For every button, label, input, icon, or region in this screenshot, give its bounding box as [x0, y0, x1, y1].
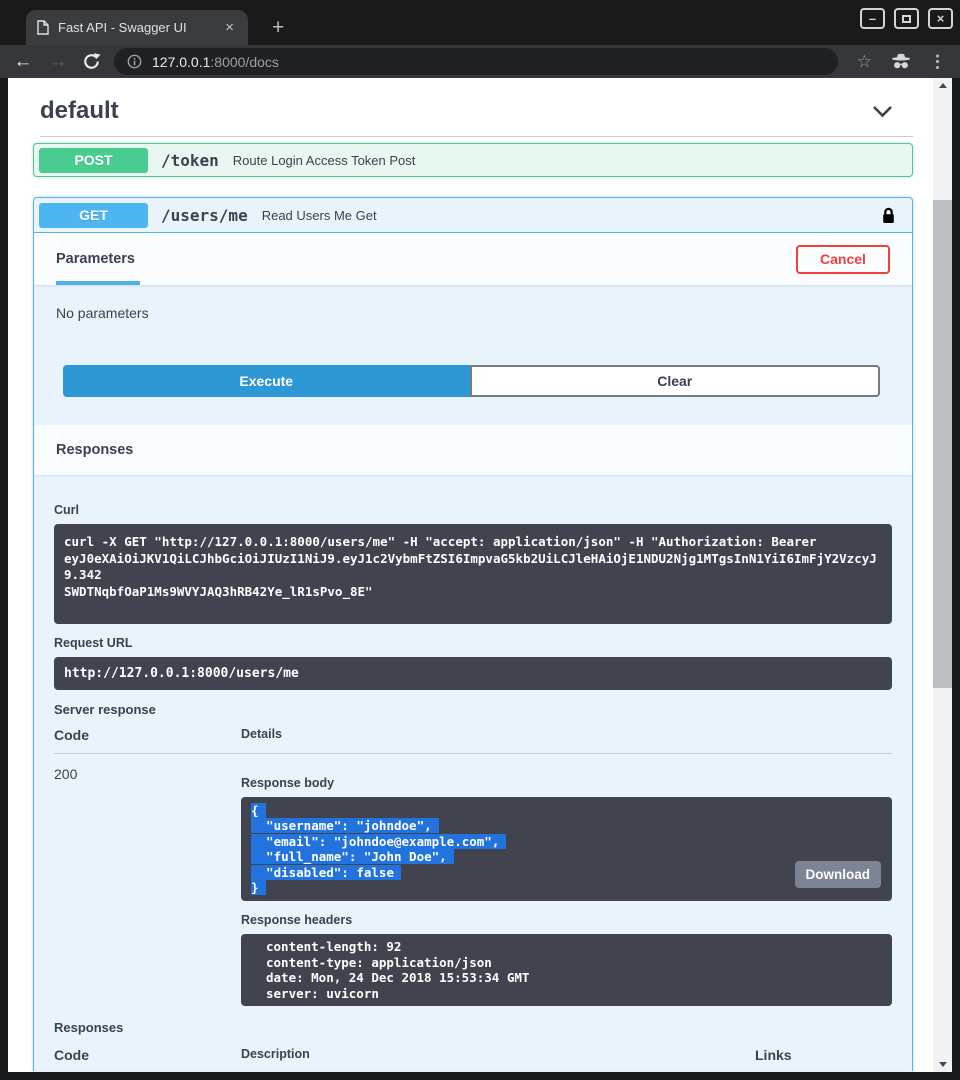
details-column-header: Details: [241, 727, 892, 743]
scroll-up-button[interactable]: [933, 78, 952, 93]
page-scrollbar[interactable]: [933, 78, 952, 1072]
response-body-line: }: [251, 880, 882, 895]
auth-lock-icon[interactable]: [881, 206, 896, 225]
tab-parameters[interactable]: Parameters: [56, 251, 135, 267]
opblock-get-users-me: GET /users/me Read Users Me Get Paramete…: [33, 197, 913, 1071]
request-url-value: http://127.0.0.1:8000/users/me: [64, 666, 299, 681]
new-tab-button[interactable]: +: [266, 15, 290, 40]
response-headers-label: Response headers: [241, 913, 892, 927]
response-body-line: "full_name": "John Doe",: [251, 849, 882, 864]
doc-links-column-header: Links: [755, 1047, 892, 1063]
bookmark-star-icon[interactable]: ☆: [857, 53, 872, 70]
response-body-block[interactable]: { "username": "johndoe", "email": "johnd…: [241, 797, 892, 901]
response-body-line: "disabled": false: [251, 865, 882, 880]
response-body-line: "email": "johndoe@example.com",: [251, 834, 882, 849]
get-method-badge: GET: [39, 203, 148, 228]
browser-menu-icon[interactable]: ⋮: [929, 52, 946, 72]
back-icon[interactable]: ←: [12, 52, 34, 71]
browser-tab[interactable]: Fast API - Swagger UI ×: [26, 10, 248, 45]
server-response-table: Code Details 200 Response body { "userna…: [54, 727, 892, 1006]
responses-inner: Curl curl -X GET "http://127.0.0.1:8000/…: [34, 475, 912, 1071]
request-url-label: Request URL: [54, 636, 892, 650]
swagger-page: default POST /token Route Login Access T…: [8, 78, 933, 1072]
site-info-icon[interactable]: [127, 54, 142, 69]
doc-code-column-header: Code: [54, 1047, 241, 1063]
execute-button[interactable]: Execute: [63, 365, 470, 397]
request-url-block: http://127.0.0.1:8000/users/me: [54, 657, 892, 690]
responses-section-header: Responses: [34, 425, 912, 475]
reload-icon[interactable]: [82, 52, 104, 71]
address-bar[interactable]: 127.0.0.1:8000/docs: [114, 48, 838, 75]
window-controls: – ×: [860, 8, 953, 29]
response-body-line: {: [251, 803, 882, 818]
cancel-button[interactable]: Cancel: [796, 245, 890, 274]
scroll-up-icon: [939, 83, 947, 88]
server-response-table-head: Code Details: [54, 727, 892, 754]
url-host: 127.0.0.1: [152, 54, 210, 70]
curl-command: curl -X GET "http://127.0.0.1:8000/users…: [64, 534, 882, 600]
get-summary: Read Users Me Get: [262, 208, 377, 223]
url-text: 127.0.0.1:8000/docs: [152, 54, 279, 70]
scrollbar-thumb[interactable]: [933, 200, 952, 688]
close-window-button[interactable]: ×: [928, 8, 953, 29]
browser-toolbar: ← → 127.0.0.1:8000/docs ☆ ⋮: [0, 45, 960, 78]
incognito-icon: [889, 53, 913, 70]
section-divider: [40, 136, 913, 137]
responses-title: Responses: [56, 442, 133, 458]
opblock-post-token[interactable]: POST /token Route Login Access Token Pos…: [33, 143, 913, 177]
tag-section-title: default: [40, 97, 119, 124]
tab-close-icon[interactable]: ×: [221, 18, 238, 37]
doc-description-column-header: Description: [241, 1047, 755, 1063]
code-column-header: Code: [54, 727, 241, 743]
response-body-label: Response body: [241, 776, 892, 790]
post-path: /token: [161, 151, 219, 170]
curl-label: Curl: [54, 503, 892, 517]
maximize-button[interactable]: [894, 8, 919, 29]
maximize-icon: [902, 15, 911, 23]
server-response-label: Server response: [54, 702, 892, 717]
download-button[interactable]: Download: [795, 861, 882, 889]
response-details-cell: Response body { "username": "johndoe", "…: [241, 754, 892, 1006]
tag-section-header[interactable]: default: [8, 78, 933, 126]
scroll-down-button[interactable]: [933, 1057, 952, 1072]
execute-row: Execute Clear: [63, 365, 880, 397]
post-method-badge: POST: [39, 148, 148, 173]
status-code: 200: [54, 754, 241, 1006]
parameters-header: Parameters Cancel: [34, 233, 912, 285]
post-summary: Route Login Access Token Post: [233, 153, 416, 168]
parameters-body: No parameters Execute Clear: [34, 285, 912, 425]
responses-doc-label: Responses: [54, 1020, 892, 1035]
browser-titlebar: Fast API - Swagger UI × + – ×: [0, 0, 960, 45]
url-path: :8000/docs: [210, 54, 279, 70]
favicon-document-icon: [36, 20, 49, 35]
server-response-row: 200 Response body { "username": "johndoe…: [54, 754, 892, 1006]
get-opblock-header[interactable]: GET /users/me Read Users Me Get: [34, 198, 912, 233]
forward-icon: →: [47, 52, 69, 71]
tab-title: Fast API - Swagger UI: [58, 20, 221, 35]
response-headers-text: content-length: 92 content-type: applica…: [266, 939, 882, 1001]
response-body-line: "username": "johndoe",: [251, 818, 882, 833]
clear-button[interactable]: Clear: [470, 365, 881, 397]
minimize-button[interactable]: –: [860, 8, 885, 29]
chevron-down-icon[interactable]: [872, 105, 893, 118]
curl-block[interactable]: curl -X GET "http://127.0.0.1:8000/users…: [54, 524, 892, 624]
scroll-down-icon: [939, 1062, 947, 1067]
get-path: /users/me: [161, 206, 248, 225]
responses-doc-table-head: Code Description Links: [54, 1047, 892, 1071]
response-headers-block: content-length: 92 content-type: applica…: [241, 934, 892, 1006]
no-parameters-text: No parameters: [34, 305, 912, 321]
